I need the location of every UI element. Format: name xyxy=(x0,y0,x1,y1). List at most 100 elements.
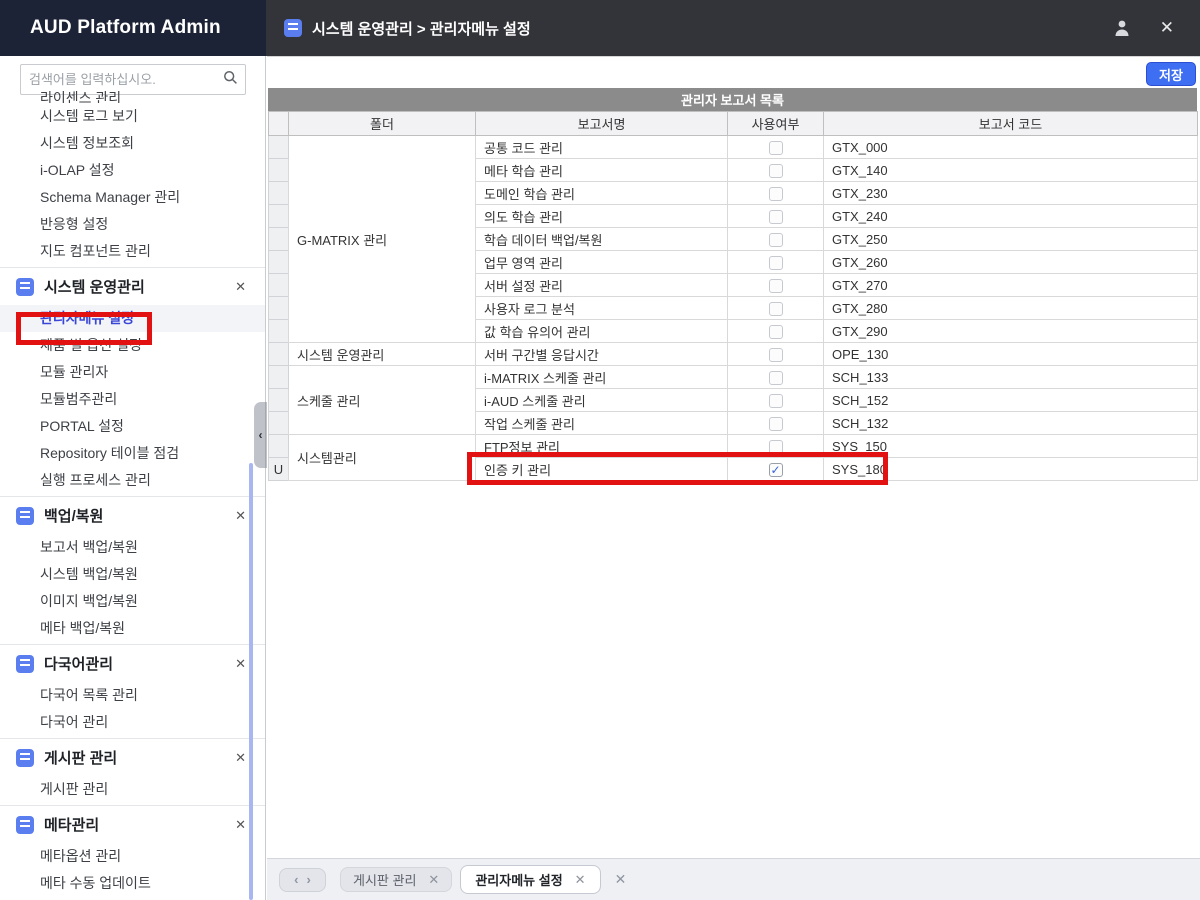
sidebar-item[interactable]: 다국어 관리 xyxy=(0,709,266,736)
sidebar-item[interactable]: 보고서 백업/복원 xyxy=(0,534,266,561)
row-marker-cell xyxy=(269,251,289,274)
checkbox-unchecked[interactable] xyxy=(769,394,783,408)
report-name-cell: 작업 스케줄 관리 xyxy=(476,412,728,435)
sidebar-item[interactable]: 메타옵션 관리 xyxy=(0,843,266,870)
enabled-cell xyxy=(728,228,824,251)
grid-header-row: 폴더 보고서명 사용여부 보고서 코드 xyxy=(269,112,1198,136)
tab-close-icon[interactable]: ✕ xyxy=(575,872,586,888)
tab-close-icon[interactable]: ✕ xyxy=(428,872,439,888)
toolbar: 저장 xyxy=(267,56,1200,88)
sidebar-item[interactable]: 시스템 백업/복원 xyxy=(0,561,266,588)
checkbox-unchecked[interactable] xyxy=(769,371,783,385)
tabstrip-close-icon[interactable]: ✕ xyxy=(615,871,627,888)
tab-inactive[interactable]: 게시판 관리 ✕ xyxy=(340,867,452,892)
sidebar-item[interactable]: 반응형 설정 xyxy=(0,211,266,238)
sidebar-item[interactable]: 라이센스 관리 xyxy=(0,85,266,103)
checkbox-unchecked[interactable] xyxy=(769,233,783,247)
enabled-cell xyxy=(728,412,824,435)
table-row[interactable]: 스케줄 관리i-MATRIX 스케줄 관리SCH_133 xyxy=(269,366,1198,389)
sidebar-group-header[interactable]: 다국어관리✕ xyxy=(0,644,266,682)
sidebar-item[interactable]: 제품 별 옵션 설정 xyxy=(0,332,266,359)
row-marker-cell xyxy=(269,159,289,182)
sidebar-group-label: 다국어관리 xyxy=(44,653,229,674)
sidebar-group-header[interactable]: 시스템 운영관리✕ xyxy=(0,267,266,305)
row-marker-cell xyxy=(269,366,289,389)
report-name-cell: 도메인 학습 관리 xyxy=(476,182,728,205)
close-icon[interactable]: ✕ xyxy=(229,279,252,295)
report-name-cell: i-MATRIX 스케줄 관리 xyxy=(476,366,728,389)
report-code-cell: SCH_152 xyxy=(824,389,1198,412)
enabled-cell xyxy=(728,182,824,205)
close-icon[interactable]: ✕ xyxy=(1160,18,1174,38)
tab-nav-next-icon[interactable]: › xyxy=(307,872,311,887)
checkbox-unchecked[interactable] xyxy=(769,302,783,316)
checkbox-unchecked[interactable] xyxy=(769,141,783,155)
sidebar-item[interactable]: 다국어 목록 관리 xyxy=(0,682,266,709)
checkbox-unchecked[interactable] xyxy=(769,440,783,454)
table-row[interactable]: 시스템관리FTP정보 관리SYS_150 xyxy=(269,435,1198,458)
checkbox-unchecked[interactable] xyxy=(769,164,783,178)
enabled-cell xyxy=(728,458,824,481)
sidebar-item[interactable]: 메타 수동 업데이트 xyxy=(0,870,266,897)
report-code-cell: SYS_180 xyxy=(824,458,1198,481)
sidebar-item[interactable]: Repository 테이블 점검 xyxy=(0,440,266,467)
sidebar-menu: 라이센스 관리시스템 로그 보기시스템 정보조회i-OLAP 설정Schema … xyxy=(0,94,266,897)
report-grid: 폴더 보고서명 사용여부 보고서 코드 G-MATRIX 관리공통 코드 관리G… xyxy=(268,111,1198,481)
sidebar-group-header[interactable]: 메타관리✕ xyxy=(0,805,266,843)
checkbox-unchecked[interactable] xyxy=(769,348,783,362)
table-row[interactable]: G-MATRIX 관리공통 코드 관리GTX_000 xyxy=(269,136,1198,159)
sidebar-group-header[interactable]: 게시판 관리✕ xyxy=(0,738,266,776)
sidebar-collapse-handle[interactable]: ‹ xyxy=(254,402,267,468)
grid-header-rowmark xyxy=(269,112,289,136)
checkbox-unchecked[interactable] xyxy=(769,256,783,270)
sidebar-group-header[interactable]: 백업/복원✕ xyxy=(0,496,266,534)
checkbox-unchecked[interactable] xyxy=(769,325,783,339)
row-marker-cell xyxy=(269,205,289,228)
checkbox-unchecked[interactable] xyxy=(769,210,783,224)
report-name-cell: 인증 키 관리 xyxy=(476,458,728,481)
sidebar-item[interactable]: 게시판 관리 xyxy=(0,776,266,803)
checkbox-unchecked[interactable] xyxy=(769,187,783,201)
sidebar-item[interactable]: Schema Manager 관리 xyxy=(0,184,266,211)
doc-icon xyxy=(16,749,34,767)
user-icon[interactable] xyxy=(1112,18,1132,38)
sidebar-item[interactable]: 모듈범주관리 xyxy=(0,386,266,413)
grid-header-enabled: 사용여부 xyxy=(728,112,824,136)
enabled-cell xyxy=(728,297,824,320)
report-code-cell: GTX_140 xyxy=(824,159,1198,182)
chevron-left-icon: ‹ xyxy=(259,428,263,442)
app-title: AUD Platform Admin xyxy=(0,0,266,56)
save-button[interactable]: 저장 xyxy=(1146,62,1196,86)
sidebar-item[interactable]: 시스템 정보조회 xyxy=(0,130,266,157)
sidebar-item-active[interactable]: 관리자메뉴 설정 xyxy=(0,305,266,332)
report-name-cell: 업무 영역 관리 xyxy=(476,251,728,274)
grid-header-report-name: 보고서명 xyxy=(476,112,728,136)
sidebar-item[interactable]: 모듈 관리자 xyxy=(0,359,266,386)
sidebar-scrollbar-thumb[interactable] xyxy=(249,463,253,900)
main-panel: 저장 관리자 보고서 목록 폴더 보고서명 사용여부 보고서 코드 G-MATR… xyxy=(267,56,1200,900)
report-code-cell: OPE_130 xyxy=(824,343,1198,366)
tabs-holder: 게시판 관리✕관리자메뉴 설정✕ xyxy=(340,865,609,894)
sidebar-item[interactable]: i-OLAP 설정 xyxy=(0,157,266,184)
enabled-cell xyxy=(728,159,824,182)
checkbox-unchecked[interactable] xyxy=(769,417,783,431)
tab-active[interactable]: 관리자메뉴 설정✕ xyxy=(460,865,600,894)
table-row[interactable]: 시스템 운영관리서버 구간별 응답시간OPE_130 xyxy=(269,343,1198,366)
sidebar-item[interactable]: 시스템 로그 보기 xyxy=(0,103,266,130)
breadcrumb: 시스템 운영관리 > 관리자메뉴 설정 xyxy=(312,18,531,39)
report-name-cell: FTP정보 관리 xyxy=(476,435,728,458)
sidebar-item[interactable]: 실행 프로세스 관리 xyxy=(0,467,266,494)
tab-nav-prev-icon[interactable]: ‹ xyxy=(294,872,298,887)
bottom-tabstrip: ‹ › 게시판 관리✕관리자메뉴 설정✕ ✕ xyxy=(267,858,1200,900)
sidebar-item[interactable]: 메타 백업/복원 xyxy=(0,615,266,642)
checkbox-unchecked[interactable] xyxy=(769,279,783,293)
report-name-cell: 의도 학습 관리 xyxy=(476,205,728,228)
sidebar-item[interactable]: 지도 컴포넌트 관리 xyxy=(0,238,266,265)
sidebar-item[interactable]: 이미지 백업/복원 xyxy=(0,588,266,615)
enabled-cell xyxy=(728,136,824,159)
checkbox-checked[interactable] xyxy=(769,463,783,477)
sidebar-item[interactable]: PORTAL 설정 xyxy=(0,413,266,440)
tab-label: 게시판 관리 xyxy=(353,870,416,889)
enabled-cell xyxy=(728,366,824,389)
sidebar-group-label: 시스템 운영관리 xyxy=(44,276,229,297)
